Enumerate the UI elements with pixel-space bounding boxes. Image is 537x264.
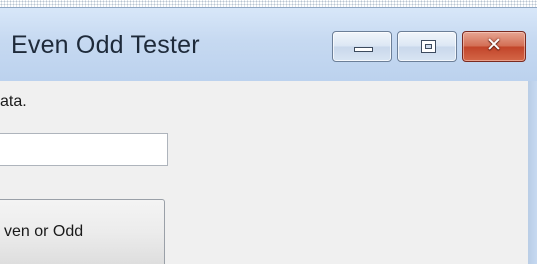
close-button[interactable]: ✕ [462,31,526,62]
check-even-odd-button[interactable]: ven or Odd [0,199,165,264]
maximize-button[interactable] [397,31,457,62]
app-window: Even Odd Tester ✕ ata. ven or Odd [0,7,537,264]
title-bar[interactable]: Even Odd Tester ✕ [0,8,537,81]
form-client-area: ata. ven or Odd [0,81,528,264]
number-input[interactable] [0,133,168,166]
minimize-icon [354,47,373,52]
window-right-border [528,81,537,264]
instruction-label: ata. [0,93,27,110]
minimize-button[interactable] [332,31,392,62]
desktop-background-strip [0,0,537,7]
window-title: Even Odd Tester [11,31,200,59]
close-icon: ✕ [486,34,502,56]
maximize-icon [421,40,436,53]
